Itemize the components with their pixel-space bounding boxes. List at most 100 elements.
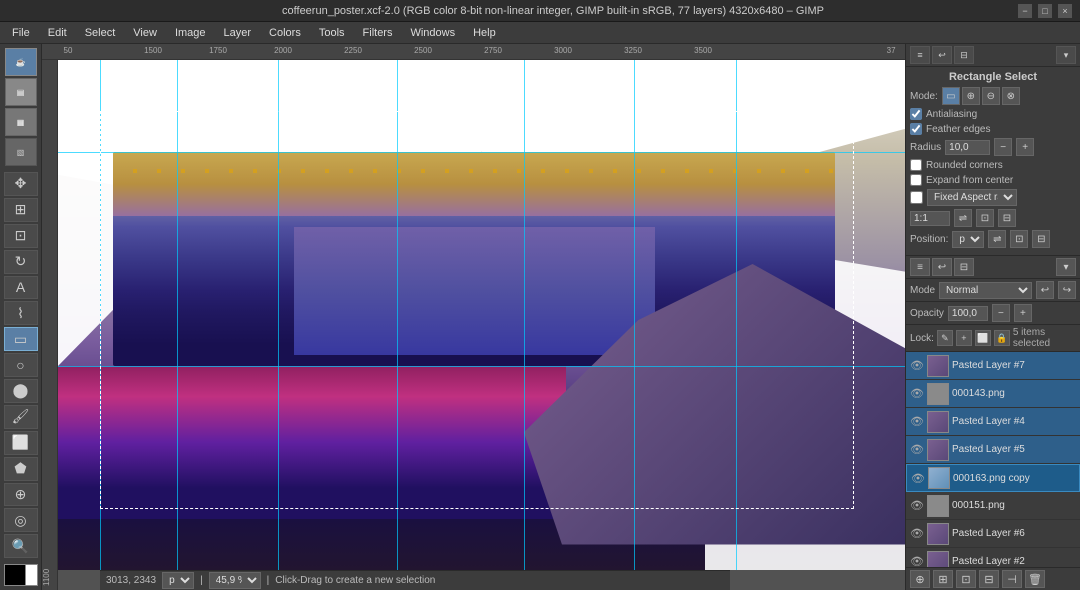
eye-icon-7[interactable]: 👁: [910, 527, 924, 541]
opacity-minus-button[interactable]: −: [992, 304, 1010, 322]
radius-input[interactable]: [945, 140, 990, 155]
menu-colors[interactable]: Colors: [261, 25, 309, 41]
mode-add-button[interactable]: ⊕: [962, 87, 980, 105]
panel-layers-icon[interactable]: ≡: [910, 46, 930, 64]
expand-center-checkbox[interactable]: [910, 174, 922, 186]
layers-mode-select[interactable]: Normal Multiply Screen Overlay: [939, 282, 1032, 299]
layer-item-3[interactable]: 👁 Pasted Layer #4: [906, 408, 1080, 436]
eye-icon-5[interactable]: 👁: [911, 471, 925, 485]
close-button[interactable]: ×: [1058, 4, 1072, 18]
lock-pixels-button[interactable]: ✎: [937, 330, 953, 346]
zoom-select[interactable]: 45,9 %: [209, 572, 261, 589]
canvas-area[interactable]: 50 1500 1750 2000 2250 2500 2750 3000 32…: [42, 44, 905, 590]
titlebar-controls[interactable]: − □ ×: [1018, 4, 1072, 18]
menu-select[interactable]: Select: [77, 25, 124, 41]
duplicate-layer-button[interactable]: ⊡: [956, 570, 976, 588]
zoom-tool-button[interactable]: 🔍: [4, 534, 38, 558]
rounded-corners-checkbox[interactable]: [910, 159, 922, 171]
eraser-tool-button[interactable]: ⬜: [4, 431, 38, 455]
opacity-input[interactable]: [948, 306, 988, 321]
layers-undo-button[interactable]: ↩: [1036, 281, 1054, 299]
eye-icon-4[interactable]: 👁: [910, 443, 924, 457]
rect-select-tool-button[interactable]: ▭: [4, 327, 38, 351]
menu-help[interactable]: Help: [465, 25, 504, 41]
layers-list[interactable]: 👁 Pasted Layer #7 👁 000143.png 👁 Pasted …: [906, 352, 1080, 567]
tool-preview-2[interactable]: ▤: [5, 78, 37, 106]
panel-channels-icon[interactable]: ⊟: [954, 46, 974, 64]
layers-menu-button[interactable]: ▾: [1056, 258, 1076, 276]
align-tool-button[interactable]: ⊞: [4, 198, 38, 222]
new-group-button[interactable]: ⊞: [933, 570, 953, 588]
maximize-button[interactable]: □: [1038, 4, 1052, 18]
opacity-plus-button[interactable]: +: [1014, 304, 1032, 322]
lasso-tool-button[interactable]: ⬤: [4, 379, 38, 403]
crop-tool-button[interactable]: ⊡: [4, 224, 38, 248]
mode-intersect-button[interactable]: ⊗: [1002, 87, 1020, 105]
anchor-layer-button[interactable]: ⊣: [1002, 570, 1022, 588]
lock-position-button[interactable]: +: [956, 330, 972, 346]
layer-item-5[interactable]: 👁 000163.png copy: [906, 464, 1080, 492]
menu-edit[interactable]: Edit: [40, 25, 75, 41]
blur-tool-button[interactable]: ◎: [4, 508, 38, 532]
paint-tool-button[interactable]: 🖌: [4, 405, 38, 429]
merge-layers-button[interactable]: ⊟: [979, 570, 999, 588]
layer-item-2[interactable]: 👁 000143.png: [906, 380, 1080, 408]
channels-tab-button[interactable]: ⊟: [954, 258, 974, 276]
layer-item-7[interactable]: 👁 Pasted Layer #6: [906, 520, 1080, 548]
panel-menu-icon[interactable]: ▾: [1056, 46, 1076, 64]
path-tool-button[interactable]: ⌇: [4, 301, 38, 325]
ratio-options-button[interactable]: ⊟: [998, 209, 1016, 227]
fixed-checkbox[interactable]: [910, 191, 923, 204]
menu-tools[interactable]: Tools: [311, 25, 353, 41]
undo-tab-button[interactable]: ↩: [932, 258, 952, 276]
mode-new-button[interactable]: ▭: [942, 87, 960, 105]
layer-item-8[interactable]: 👁 Pasted Layer #2: [906, 548, 1080, 567]
radius-minus-button[interactable]: −: [994, 138, 1012, 156]
foreground-color-swatch[interactable]: [4, 564, 26, 586]
lock-all-button[interactable]: 🔒: [994, 330, 1010, 346]
position-btn3[interactable]: ⊟: [1032, 230, 1050, 248]
menu-view[interactable]: View: [125, 25, 165, 41]
position-btn1[interactable]: ⇌: [988, 230, 1006, 248]
layer-item-6[interactable]: 👁 000151.png: [906, 492, 1080, 520]
eye-icon-3[interactable]: 👁: [910, 415, 924, 429]
ratio-swap-button[interactable]: ⇌: [954, 209, 972, 227]
fixed-select[interactable]: Fixed Aspect ratio Fixed Size Fixed Widt…: [927, 189, 1017, 206]
clone-tool-button[interactable]: ⊕: [4, 483, 38, 507]
panel-undo-icon[interactable]: ↩: [932, 46, 952, 64]
eye-icon-1[interactable]: 👁: [910, 359, 924, 373]
tool-preview-4[interactable]: ▧: [5, 138, 37, 166]
eye-icon-6[interactable]: 👁: [910, 499, 924, 513]
mode-subtract-button[interactable]: ⊖: [982, 87, 1000, 105]
artwork[interactable]: [58, 60, 905, 570]
layers-redo-button[interactable]: ↪: [1058, 281, 1076, 299]
fill-tool-button[interactable]: ⬟: [4, 457, 38, 481]
feather-checkbox[interactable]: [910, 123, 922, 135]
layers-tab-button[interactable]: ≡: [910, 258, 930, 276]
transform-tool-button[interactable]: ↻: [4, 250, 38, 274]
radius-plus-button[interactable]: +: [1016, 138, 1034, 156]
ratio-copy-button[interactable]: ⊡: [976, 209, 994, 227]
menu-windows[interactable]: Windows: [402, 25, 463, 41]
tool-preview-3[interactable]: ▦: [5, 108, 37, 136]
new-layer-button[interactable]: ⊕: [910, 570, 930, 588]
move-tool-button[interactable]: ✥: [4, 172, 38, 196]
tool-preview-1[interactable]: ☕: [5, 48, 37, 76]
lock-alpha-button[interactable]: ⬜: [975, 330, 991, 346]
ratio-input[interactable]: [910, 211, 950, 226]
menu-image[interactable]: Image: [167, 25, 214, 41]
antialiasing-checkbox[interactable]: [910, 108, 922, 120]
position-btn2[interactable]: ⊡: [1010, 230, 1028, 248]
layer-item-4[interactable]: 👁 Pasted Layer #5: [906, 436, 1080, 464]
delete-layer-button[interactable]: 🗑: [1025, 570, 1045, 588]
position-unit-select[interactable]: px: [952, 231, 984, 248]
canvas-viewport[interactable]: 3013, 2343 px | 45,9 % | Click-Drag to c…: [58, 60, 905, 590]
eye-icon-2[interactable]: 👁: [910, 387, 924, 401]
minimize-button[interactable]: −: [1018, 4, 1032, 18]
menu-file[interactable]: File: [4, 25, 38, 41]
menu-layer[interactable]: Layer: [216, 25, 260, 41]
ellipse-tool-button[interactable]: ○: [4, 353, 38, 377]
text-tool-button[interactable]: A: [4, 276, 38, 300]
menu-filters[interactable]: Filters: [355, 25, 401, 41]
layer-item-1[interactable]: 👁 Pasted Layer #7: [906, 352, 1080, 380]
